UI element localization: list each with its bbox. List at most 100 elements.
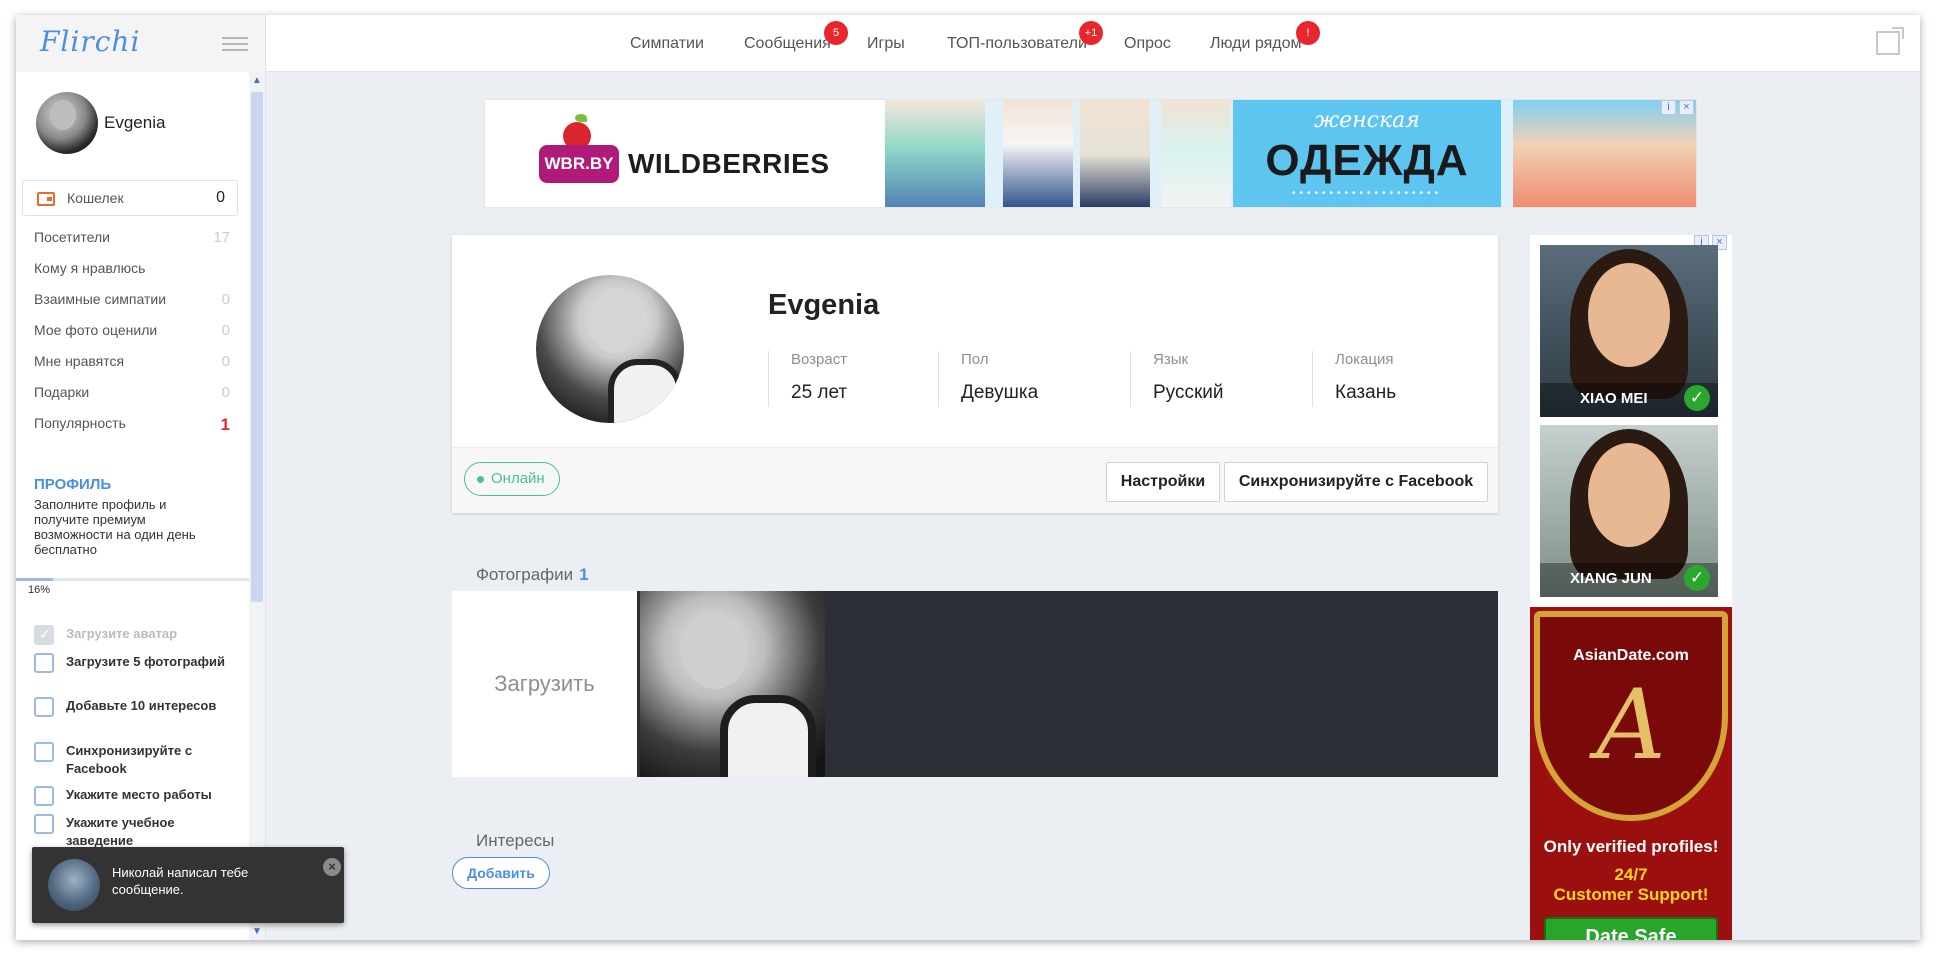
ad-profile-face	[1588, 263, 1670, 367]
photo-thumbnail[interactable]	[640, 591, 825, 777]
wallet-icon	[37, 192, 55, 206]
checkbox-icon[interactable]	[34, 653, 54, 673]
messages-badge: 5	[824, 21, 848, 45]
profile-card-footer: Онлайн Настройки Синхронизируйте с Faceb…	[452, 447, 1498, 513]
ad-close-icon[interactable]: ×	[1679, 100, 1694, 115]
checkbox-icon[interactable]	[34, 697, 54, 717]
expand-icon[interactable]	[1876, 27, 1904, 55]
interests-heading: Интересы	[476, 831, 555, 850]
ad-profile-card[interactable]: XIANG JUN ✓	[1540, 425, 1718, 597]
sidebar-item-who-likes-me[interactable]: Кому я нравлюсь	[34, 260, 230, 276]
sidebar-item-mutual[interactable]: Взаимные симпатии 0	[34, 291, 230, 308]
ad-profile-card[interactable]: XIAO MEI ✓	[1540, 245, 1718, 417]
verified-check-icon: ✓	[1684, 565, 1710, 591]
nav-label: Симпатии	[630, 35, 704, 52]
ad-support-text: 24/7 Customer Support!	[1530, 865, 1732, 905]
stat-label: Пол	[961, 351, 989, 368]
ad-tagline-panel: женская ОДЕЖДА ••••••••••••••••••••	[1233, 100, 1501, 207]
sidebar-item-popularity[interactable]: Популярность 1	[34, 415, 230, 434]
verified-check-icon: ✓	[1684, 385, 1710, 411]
checkbox-icon[interactable]	[34, 786, 54, 806]
ad-tagline-top: женская	[1314, 108, 1420, 133]
nav-label: Люди рядом	[1210, 35, 1302, 52]
ad-date-safe-button[interactable]: Date Safe	[1544, 917, 1718, 940]
profile-progress-fill	[16, 578, 54, 581]
add-interest-button[interactable]: Добавить	[452, 857, 550, 889]
stat-label: Локация	[1335, 351, 1394, 368]
ad-model-image	[1080, 100, 1150, 207]
nav-poll[interactable]: Опрос	[1124, 35, 1171, 53]
profile-photo[interactable]	[536, 275, 684, 423]
profile-heading[interactable]: ПРОФИЛЬ	[34, 476, 111, 493]
main-nav: Симпатии Сообщения 5 Игры ТОП-пользовател…	[16, 15, 1920, 72]
sidebar-item-label: Подарки	[34, 384, 90, 400]
stat-label: Возраст	[791, 351, 848, 368]
nav-games[interactable]: Игры	[867, 35, 905, 53]
checkbox-icon[interactable]	[34, 814, 54, 834]
ad-model-image	[1161, 100, 1231, 207]
upload-photo-button[interactable]: Загрузить	[452, 591, 637, 777]
scrollbar-thumb[interactable]	[251, 92, 263, 602]
sidebar-item-count: 0	[221, 384, 230, 401]
checkbox-icon[interactable]	[34, 742, 54, 762]
sidebar-item-count: 0	[221, 322, 230, 339]
ad-banner-side[interactable]: i × XIAO MEI ✓ XIANG JUN ✓ AsianDate.com…	[1530, 235, 1732, 940]
wallet-button[interactable]: Кошелек 0	[22, 180, 238, 216]
nav-label: ТОП-пользователи	[947, 35, 1087, 52]
nav-top-users[interactable]: ТОП-пользователи +1	[947, 21, 1103, 53]
sidebar-item-count: 1	[220, 415, 230, 434]
upload-label: Загрузить	[494, 671, 595, 696]
nav-label: Игры	[867, 35, 905, 52]
profile-description: Заполните профиль и получите премиум воз…	[34, 497, 196, 557]
sidebar-item-visitors[interactable]: Посетители 17	[34, 229, 230, 246]
task-label: Добавьте 10 интересов	[66, 698, 217, 713]
stat-value: Русский	[1153, 382, 1224, 403]
nav-messages[interactable]: Сообщения 5	[744, 21, 848, 53]
stat-value: 25 лет	[791, 382, 848, 403]
ad-support-line: 24/7	[1614, 865, 1648, 884]
ad-banner-top[interactable]: WBR.BY WILDBERRIES женская ОДЕЖДА ••••••…	[484, 99, 1697, 208]
sidebar-item-label: Кому я нравлюсь	[34, 260, 146, 276]
ad-support-line: Customer Support!	[1553, 885, 1709, 904]
ad-verified-text: Only verified profiles!	[1543, 837, 1719, 856]
profile-progress-text: 16%	[28, 584, 51, 596]
message-notification[interactable]: Николай написал тебе сообщение. ×	[32, 847, 344, 923]
sidebar-scrollbar[interactable]: ▲ ▼	[249, 72, 265, 940]
sidebar-item-count: 0	[221, 291, 230, 308]
stat-value: Девушка	[961, 382, 1039, 403]
ad-monogram: A	[1596, 669, 1666, 781]
sidebar-item-i-like[interactable]: Мне нравятся 0	[34, 353, 230, 370]
ad-site-name: AsianDate.com	[1573, 647, 1689, 664]
sidebar-item-count: 17	[213, 229, 230, 246]
people-nearby-badge: !	[1296, 21, 1320, 45]
photos-heading-label: Фотографии	[476, 565, 574, 584]
ad-image: женская ОДЕЖДА ••••••••••••••••••••	[885, 100, 1696, 207]
top-users-badge: +1	[1079, 21, 1103, 45]
sidebar-item-label: Мое фото оценили	[34, 322, 158, 338]
ad-logo: WBR.BY	[539, 145, 619, 183]
asiandate-panel: AsianDate.com A Only verified profiles! …	[1530, 607, 1732, 940]
sidebar-item-gifts[interactable]: Подарки 0	[34, 384, 230, 401]
stat-gender: Пол Девушка	[938, 351, 1130, 407]
status-badge: Онлайн	[464, 462, 560, 496]
settings-button[interactable]: Настройки	[1106, 462, 1220, 502]
checkbox-icon[interactable]	[34, 625, 54, 645]
stat-age: Возраст 25 лет	[768, 351, 938, 407]
scroll-down-icon[interactable]: ▼	[252, 926, 262, 937]
sidebar-item-photo-rated[interactable]: Мое фото оценили 0	[34, 322, 230, 339]
nav-people-nearby[interactable]: Люди рядом!	[1210, 21, 1320, 53]
close-icon[interactable]: ×	[323, 858, 341, 876]
sidebar-user-name[interactable]: Evgenia	[104, 113, 165, 133]
profile-name: Evgenia	[768, 289, 880, 321]
nav-sympathies[interactable]: Симпатии	[630, 35, 704, 53]
notification-text: Николай написал тебе сообщение.	[112, 865, 249, 897]
ad-info-icon[interactable]: i	[1661, 100, 1676, 115]
scroll-up-icon[interactable]: ▲	[252, 75, 262, 86]
avatar[interactable]	[36, 92, 98, 154]
sidebar-item-label: Популярность	[34, 415, 126, 431]
photos-heading[interactable]: Фотографии 1	[476, 565, 589, 585]
ad-model-image	[1513, 100, 1696, 207]
ad-tagline-main: ОДЕЖДА	[1265, 136, 1469, 185]
sync-facebook-button[interactable]: Синхронизируйте с Facebook	[1224, 462, 1488, 502]
nav-label: Сообщения	[744, 35, 831, 52]
